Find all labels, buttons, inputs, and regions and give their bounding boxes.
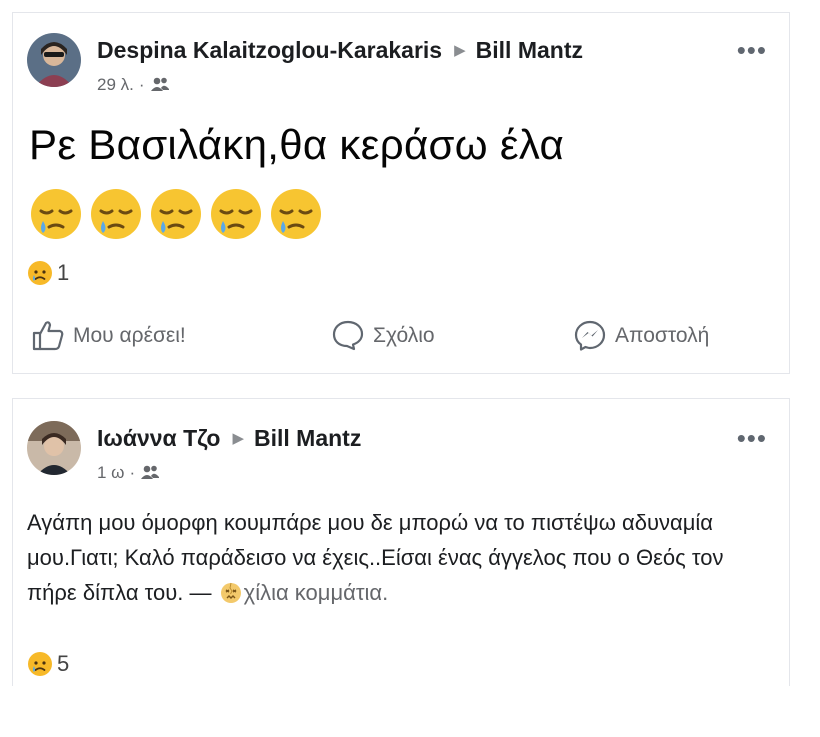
- reaction-count: 5: [57, 651, 70, 676]
- send-label: Αποστολή: [615, 324, 710, 347]
- arrow-right-icon: ▶: [454, 42, 466, 59]
- broken-pieces-face-icon: [218, 580, 244, 605]
- post-text-block: Αγάπη μου όμορφη κουμπάρε μου δε μπορώ ν…: [27, 505, 779, 610]
- thumbs-up-icon: [31, 321, 73, 351]
- post-time[interactable]: 29 λ.: [97, 75, 134, 94]
- emoji-row: [29, 187, 329, 247]
- comment-label: Σχόλιο: [373, 324, 435, 347]
- meta-separator: ·: [138, 75, 145, 94]
- more-options-button[interactable]: •••: [737, 37, 767, 63]
- post-card: Ιωάννα Τζο ▶ Bill Mantz 1 ω · ••• Αγάπη μου…: [12, 398, 790, 686]
- more-options-button[interactable]: •••: [737, 425, 767, 451]
- sad-reaction-icon: [27, 260, 57, 285]
- post-time[interactable]: 1 ω: [97, 463, 124, 482]
- comment-button[interactable]: Σχόλιο: [331, 319, 435, 351]
- action-bar: Μου αρέσει! Σχόλιο Αποστολή: [13, 319, 789, 363]
- like-button[interactable]: Μου αρέσει!: [31, 319, 186, 351]
- post-header: Ιωάννα Τζο ▶ Bill Mantz: [97, 425, 361, 452]
- post-card: Despina Kalaitzoglou-Karakaris ▶ Bill Mant…: [12, 12, 790, 374]
- arrow-right-icon: ▶: [232, 430, 245, 447]
- author-name[interactable]: Ιωάννα Τζο: [97, 425, 220, 451]
- messenger-icon: [573, 320, 615, 351]
- recipient-name[interactable]: Bill Mantz: [254, 425, 361, 451]
- post-header: Despina Kalaitzoglou-Karakaris ▶ Bill Mant…: [97, 37, 583, 64]
- send-button[interactable]: Αποστολή: [573, 319, 709, 351]
- sleepy-face-icon: [269, 187, 323, 246]
- author-name[interactable]: Despina Kalaitzoglou-Karakaris: [97, 37, 442, 63]
- feeling-dash: —: [183, 580, 218, 605]
- like-label: Μου αρέσει!: [73, 324, 186, 347]
- friends-icon: [140, 463, 160, 482]
- recipient-name[interactable]: Bill Mantz: [476, 37, 583, 63]
- avatar[interactable]: [27, 33, 81, 87]
- sleepy-face-icon: [209, 187, 263, 246]
- reaction-summary[interactable]: 1: [27, 260, 69, 286]
- reaction-count: 1: [57, 260, 70, 285]
- avatar[interactable]: [27, 421, 81, 475]
- post-text: Ρε Βασιλάκη,θα κεράσω έλα: [29, 121, 565, 168]
- post-meta: 1 ω ·: [97, 463, 160, 483]
- sleepy-face-icon: [29, 187, 83, 246]
- post-meta: 29 λ. ·: [97, 75, 170, 95]
- sleepy-face-icon: [89, 187, 143, 246]
- meta-separator: ·: [129, 463, 136, 482]
- feeling-text[interactable]: χίλια κομμάτια.: [244, 580, 389, 605]
- sad-reaction-icon: [27, 651, 57, 676]
- reaction-summary[interactable]: 5: [27, 651, 69, 677]
- sleepy-face-icon: [149, 187, 203, 246]
- comment-bubble-icon: [331, 320, 373, 351]
- friends-icon: [150, 75, 170, 94]
